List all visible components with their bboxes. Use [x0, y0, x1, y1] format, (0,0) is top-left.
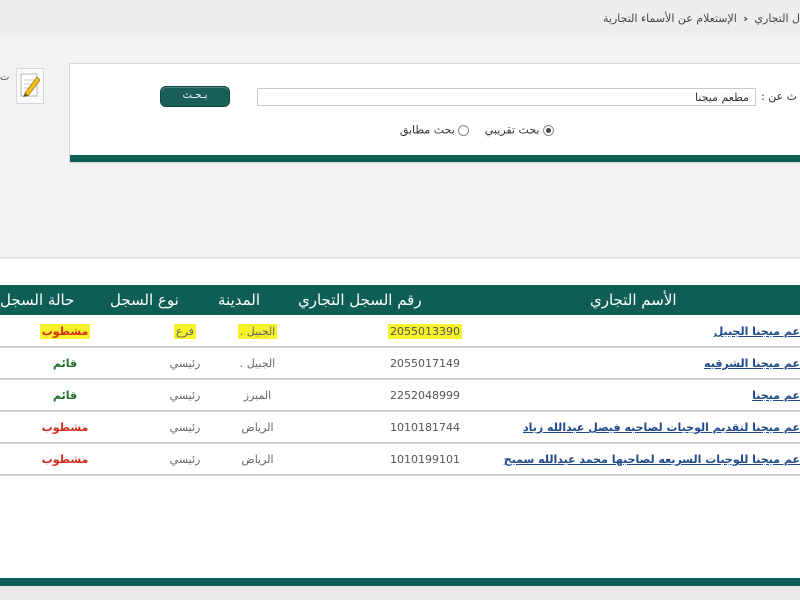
results-table-header: الأسم التجاري رقم السجل التجاري المدينة … — [0, 285, 800, 315]
radio-icon[interactable] — [458, 124, 470, 136]
chevron-left-icon: ‹ — [743, 12, 748, 25]
top-bar: ل التجاري ‹ الإستعلام عن الأسماء التجاري… — [0, 0, 800, 38]
search-button[interactable]: بـحـث — [160, 86, 230, 107]
city: الجبيل . — [239, 357, 276, 370]
table-row: عم ميجنا 2252048999 المبرز رئيسي قائم — [0, 380, 800, 412]
footer-band — [0, 586, 800, 600]
panel-bottom-bar — [70, 155, 800, 162]
city: الجبيل . — [220, 324, 295, 339]
footer-bar — [0, 578, 800, 586]
search-label: ث عن : — [761, 90, 797, 103]
record-status: قائم — [52, 389, 78, 402]
record-type: فرع — [150, 324, 220, 339]
option-approximate[interactable]: بحث تقريبي — [485, 123, 554, 137]
col-header-name: الأسم التجاري — [590, 291, 677, 309]
record-number: 1010181744 — [390, 421, 460, 434]
col-header-status: حالة السجل — [0, 291, 75, 309]
record-type-value: فرع — [174, 324, 196, 339]
record-type: رئيسي — [169, 421, 201, 434]
search-input[interactable] — [257, 88, 756, 106]
breadcrumb-item-trade-names[interactable]: الإستعلام عن الأسماء التجارية — [603, 12, 737, 25]
table-row: عم ميجنا لتقديم الوجبات لصاحبه فيصل عبدا… — [0, 412, 800, 444]
city: الرياض — [241, 453, 274, 466]
radio-icon[interactable] — [543, 124, 554, 136]
option-approximate-label: بحث تقريبي — [484, 123, 540, 137]
record-status: مشطوب — [41, 453, 89, 466]
record-type: رئيسي — [169, 389, 201, 402]
record-number: 2055013390 — [370, 324, 480, 339]
option-exact[interactable]: بحث مطابق — [399, 123, 470, 137]
table-row: عم ميجنا للوجبات السريعه لصاحبها محمد عب… — [0, 444, 800, 476]
table-row: عم ميجنا الشرقيه 2055017149 الجبيل . رئي… — [0, 348, 800, 380]
breadcrumb-item-commercial-register[interactable]: ل التجاري — [754, 12, 800, 25]
record-number-value: 2055013390 — [388, 324, 462, 339]
search-mode-options: بحث تقريبي بحث مطابق — [388, 123, 554, 137]
sidebar-edit-text: ت — [0, 72, 10, 83]
divider — [0, 257, 800, 259]
record-status: مشطوب — [41, 421, 89, 434]
table-row: عم ميجنا الجبيل 2055013390 الجبيل . فرع … — [0, 316, 800, 348]
city: الرياض — [241, 421, 274, 434]
search-panel: ث عن : بـحـث بحث تقريبي بحث مطابق — [69, 63, 800, 163]
pencil-edit-icon[interactable] — [16, 68, 44, 104]
city: المبرز — [243, 389, 272, 402]
record-number: 2055017149 — [390, 357, 460, 370]
breadcrumb: ل التجاري ‹ الإستعلام عن الأسماء التجاري… — [603, 12, 800, 25]
col-header-type: نوع السجل — [110, 291, 179, 309]
city-value: الجبيل . — [237, 324, 278, 339]
col-header-city: المدينة — [218, 291, 261, 309]
col-header-number: رقم السجل التجاري — [298, 291, 422, 309]
record-number: 1010199101 — [390, 453, 460, 466]
record-status-value: مشطوب — [39, 324, 91, 339]
record-type: رئيسي — [169, 357, 201, 370]
record-status: مشطوب — [20, 324, 110, 339]
option-exact-label: بحث مطابق — [399, 123, 455, 137]
record-number: 2252048999 — [390, 389, 460, 402]
record-type: رئيسي — [169, 453, 201, 466]
record-status: قائم — [52, 357, 78, 370]
